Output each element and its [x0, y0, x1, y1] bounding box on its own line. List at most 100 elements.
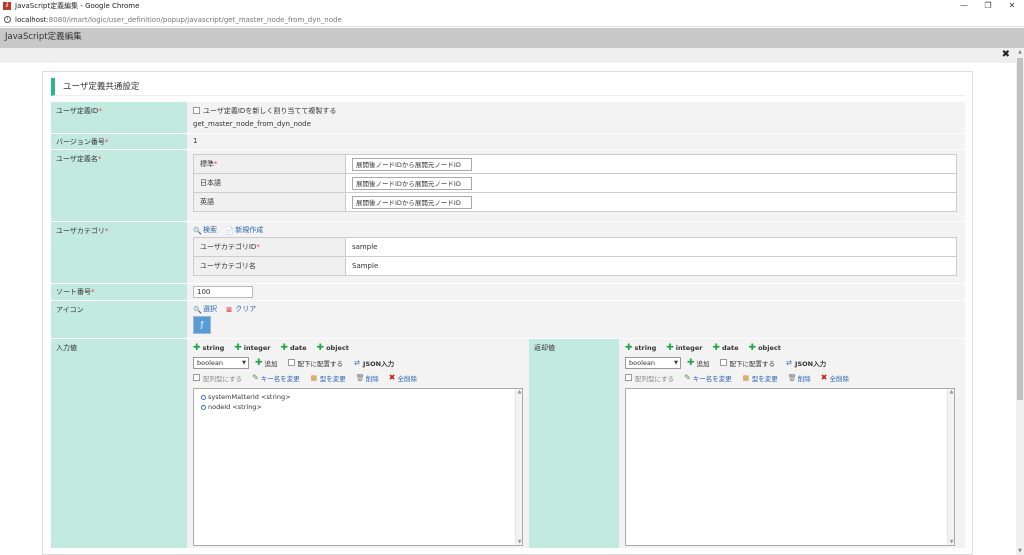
name-row-english: 英語 展開後ノードIDから展開元ノードID	[193, 192, 957, 212]
pencil-icon: ✎	[684, 373, 691, 382]
scroll-down-icon[interactable]: ▼	[1016, 547, 1024, 555]
output-key-change[interactable]: ✎ キー名を変更	[684, 373, 732, 383]
minimize-icon[interactable]: —	[952, 0, 976, 12]
output-add-button[interactable]: ✚ 追加	[687, 358, 710, 368]
plus-icon: ✚	[712, 342, 720, 353]
type-label: string	[634, 343, 657, 352]
popup-title: JavaScript定義編集	[0, 28, 1024, 48]
label-text: ユーザ定義ID	[56, 107, 99, 115]
label-user-def-name: ユーザ定義名*	[51, 150, 187, 222]
input-delete-all[interactable]: ✖ 全削除	[389, 373, 417, 383]
output-json-button[interactable]: ⇄ JSON入力	[785, 358, 826, 368]
input-type-change[interactable]: ▦ 型を変更	[310, 373, 345, 383]
icon-clear-link[interactable]: ⊠ クリア	[225, 305, 256, 314]
sort-input[interactable]: 100	[193, 286, 253, 298]
input-add-toolbar: boolean ✚追加 配下に配置する ⇄JSON入力	[193, 355, 523, 370]
type-label: object	[758, 343, 781, 352]
output-delete-all[interactable]: ✖ 全削除	[821, 373, 849, 383]
value-user-def-id: ユーザ定義IDを新しく割り当てて複製する get_master_node_fro…	[187, 102, 965, 134]
input-tree-scrollbar[interactable]: ▲ ▼	[515, 389, 522, 545]
category-search-link[interactable]: 🔍検索	[193, 226, 217, 235]
url-host: localhost	[15, 15, 47, 24]
row-version: バージョン番号* 1	[51, 134, 965, 150]
type-label: object	[326, 343, 349, 352]
delete-all-icon: ✖	[820, 373, 828, 382]
key-change-label: キー名を変更	[692, 374, 732, 383]
child-checkbox[interactable]	[719, 359, 727, 366]
category-new-link[interactable]: 📄新規作成	[225, 226, 263, 235]
array-label: 配列型にする	[203, 374, 243, 383]
input-type-select[interactable]: boolean	[193, 356, 249, 369]
output-tree-scrollbar[interactable]: ▲ ▼	[947, 389, 954, 545]
output-array-checkbox[interactable]: 配列型にする	[625, 373, 674, 383]
duplicate-checkbox-label[interactable]: ユーザ定義IDを新しく割り当てて複製する	[203, 107, 336, 115]
required-mark: *	[97, 155, 102, 163]
category-name-row: ユーザカテゴリ名 Sample	[193, 256, 957, 276]
row-category: ユーザカテゴリ* 🔍検索 📄新規作成 ユーザカテゴリID* sample ユーザ…	[51, 222, 965, 284]
category-name-key: ユーザカテゴリ名	[193, 256, 346, 276]
address-bar[interactable]: i localhost :8080/imart/logic/user_defin…	[0, 13, 1024, 27]
page-scrollbar[interactable]: ▲ ▼	[1016, 48, 1024, 555]
input-type-toolbar: ✚ string ✚ integer ✚ date ✚ object	[193, 340, 523, 355]
output-add-date[interactable]: ✚ date	[712, 343, 738, 353]
input-delete[interactable]: 🗑 削除	[356, 373, 379, 383]
icon-select-link[interactable]: 🔍選択	[193, 305, 217, 314]
label-version: バージョン番号*	[51, 134, 187, 150]
output-add-string[interactable]: ✚ string	[625, 343, 656, 353]
output-type-change[interactable]: ▦ 型を変更	[742, 373, 778, 383]
input-add-button[interactable]: ✚ 追加	[255, 358, 278, 368]
clear-icon: ⊠	[226, 306, 233, 314]
array-checkbox[interactable]	[193, 374, 200, 381]
name-table: 標準* 展開後ノードIDから展開元ノードID 日本語 展開後ノードIDから展開元…	[193, 154, 957, 212]
required-mark: *	[104, 138, 109, 146]
category-id-value: sample	[345, 237, 957, 257]
scroll-up-icon[interactable]: ▲	[1016, 48, 1024, 56]
name-standard-input[interactable]: 展開後ノードIDから展開元ノードID	[352, 157, 472, 171]
input-add-string[interactable]: ✚ string	[193, 343, 224, 353]
name-value-cell: 展開後ノードIDから展開元ノードID	[345, 192, 957, 212]
input-add-object[interactable]: ✚ object	[317, 343, 349, 353]
label-user-def-id: ユーザ定義ID*	[51, 102, 187, 134]
output-tree[interactable]: ▲ ▼	[625, 388, 955, 546]
output-add-integer[interactable]: ✚ integer	[666, 343, 702, 353]
label-text: ユーザカテゴリ	[56, 227, 105, 235]
plus-icon: ✚	[255, 357, 263, 368]
delete-all-label: 全削除	[397, 374, 417, 383]
user-def-id-value: get_master_node_from_dyn_node	[193, 120, 311, 128]
input-json-button[interactable]: ⇄ JSON入力	[353, 358, 394, 368]
input-tree[interactable]: systemMatterId <string> nodeId <string> …	[193, 388, 523, 546]
input-array-checkbox[interactable]: 配列型にする	[193, 373, 242, 383]
json-icon: ⇄	[786, 358, 792, 367]
tree-node[interactable]: nodeId <string>	[194, 402, 522, 412]
output-add-object[interactable]: ✚ object	[749, 343, 781, 353]
close-window-icon[interactable]: ✕	[1000, 0, 1024, 12]
name-key: 標準*	[193, 154, 346, 174]
type-label: date	[721, 343, 739, 352]
required-mark: *	[104, 227, 109, 235]
scroll-thumb[interactable]	[1017, 58, 1023, 400]
plus-icon: ✚	[748, 342, 757, 353]
output-child-checkbox[interactable]: 配下に配置する	[719, 358, 775, 368]
child-checkbox[interactable]	[287, 359, 295, 366]
input-child-checkbox[interactable]: 配下に配置する	[287, 358, 343, 368]
input-key-change[interactable]: ✎ キー名を変更	[252, 373, 300, 383]
duplicate-checkbox-row[interactable]: ユーザ定義IDを新しく割り当てて複製する	[193, 106, 959, 116]
info-icon[interactable]: i	[4, 16, 11, 23]
name-english-input[interactable]: 展開後ノードIDから展開元ノードID	[352, 195, 472, 209]
output-delete[interactable]: 🗑 削除	[788, 373, 811, 383]
output-type-select[interactable]: boolean	[625, 356, 681, 369]
label-text: ソート番号	[56, 288, 91, 296]
magnifier-icon: 🔍	[193, 227, 202, 235]
type-change-label: 型を変更	[751, 374, 778, 383]
plus-icon: ✚	[193, 342, 201, 353]
restore-icon[interactable]: ❐	[976, 0, 1000, 12]
array-checkbox[interactable]	[625, 374, 632, 381]
name-japanese-input[interactable]: 展開後ノードIDから展開元ノードID	[352, 176, 472, 190]
duplicate-checkbox[interactable]	[193, 107, 200, 114]
input-add-integer[interactable]: ✚ integer	[234, 343, 270, 353]
delete-label: 削除	[797, 374, 811, 383]
tree-node[interactable]: systemMatterId <string>	[194, 392, 522, 402]
category-links: 🔍検索 📄新規作成	[193, 226, 959, 235]
input-add-date[interactable]: ✚ date	[280, 343, 306, 353]
close-popup-icon[interactable]: ✖	[1002, 49, 1010, 60]
